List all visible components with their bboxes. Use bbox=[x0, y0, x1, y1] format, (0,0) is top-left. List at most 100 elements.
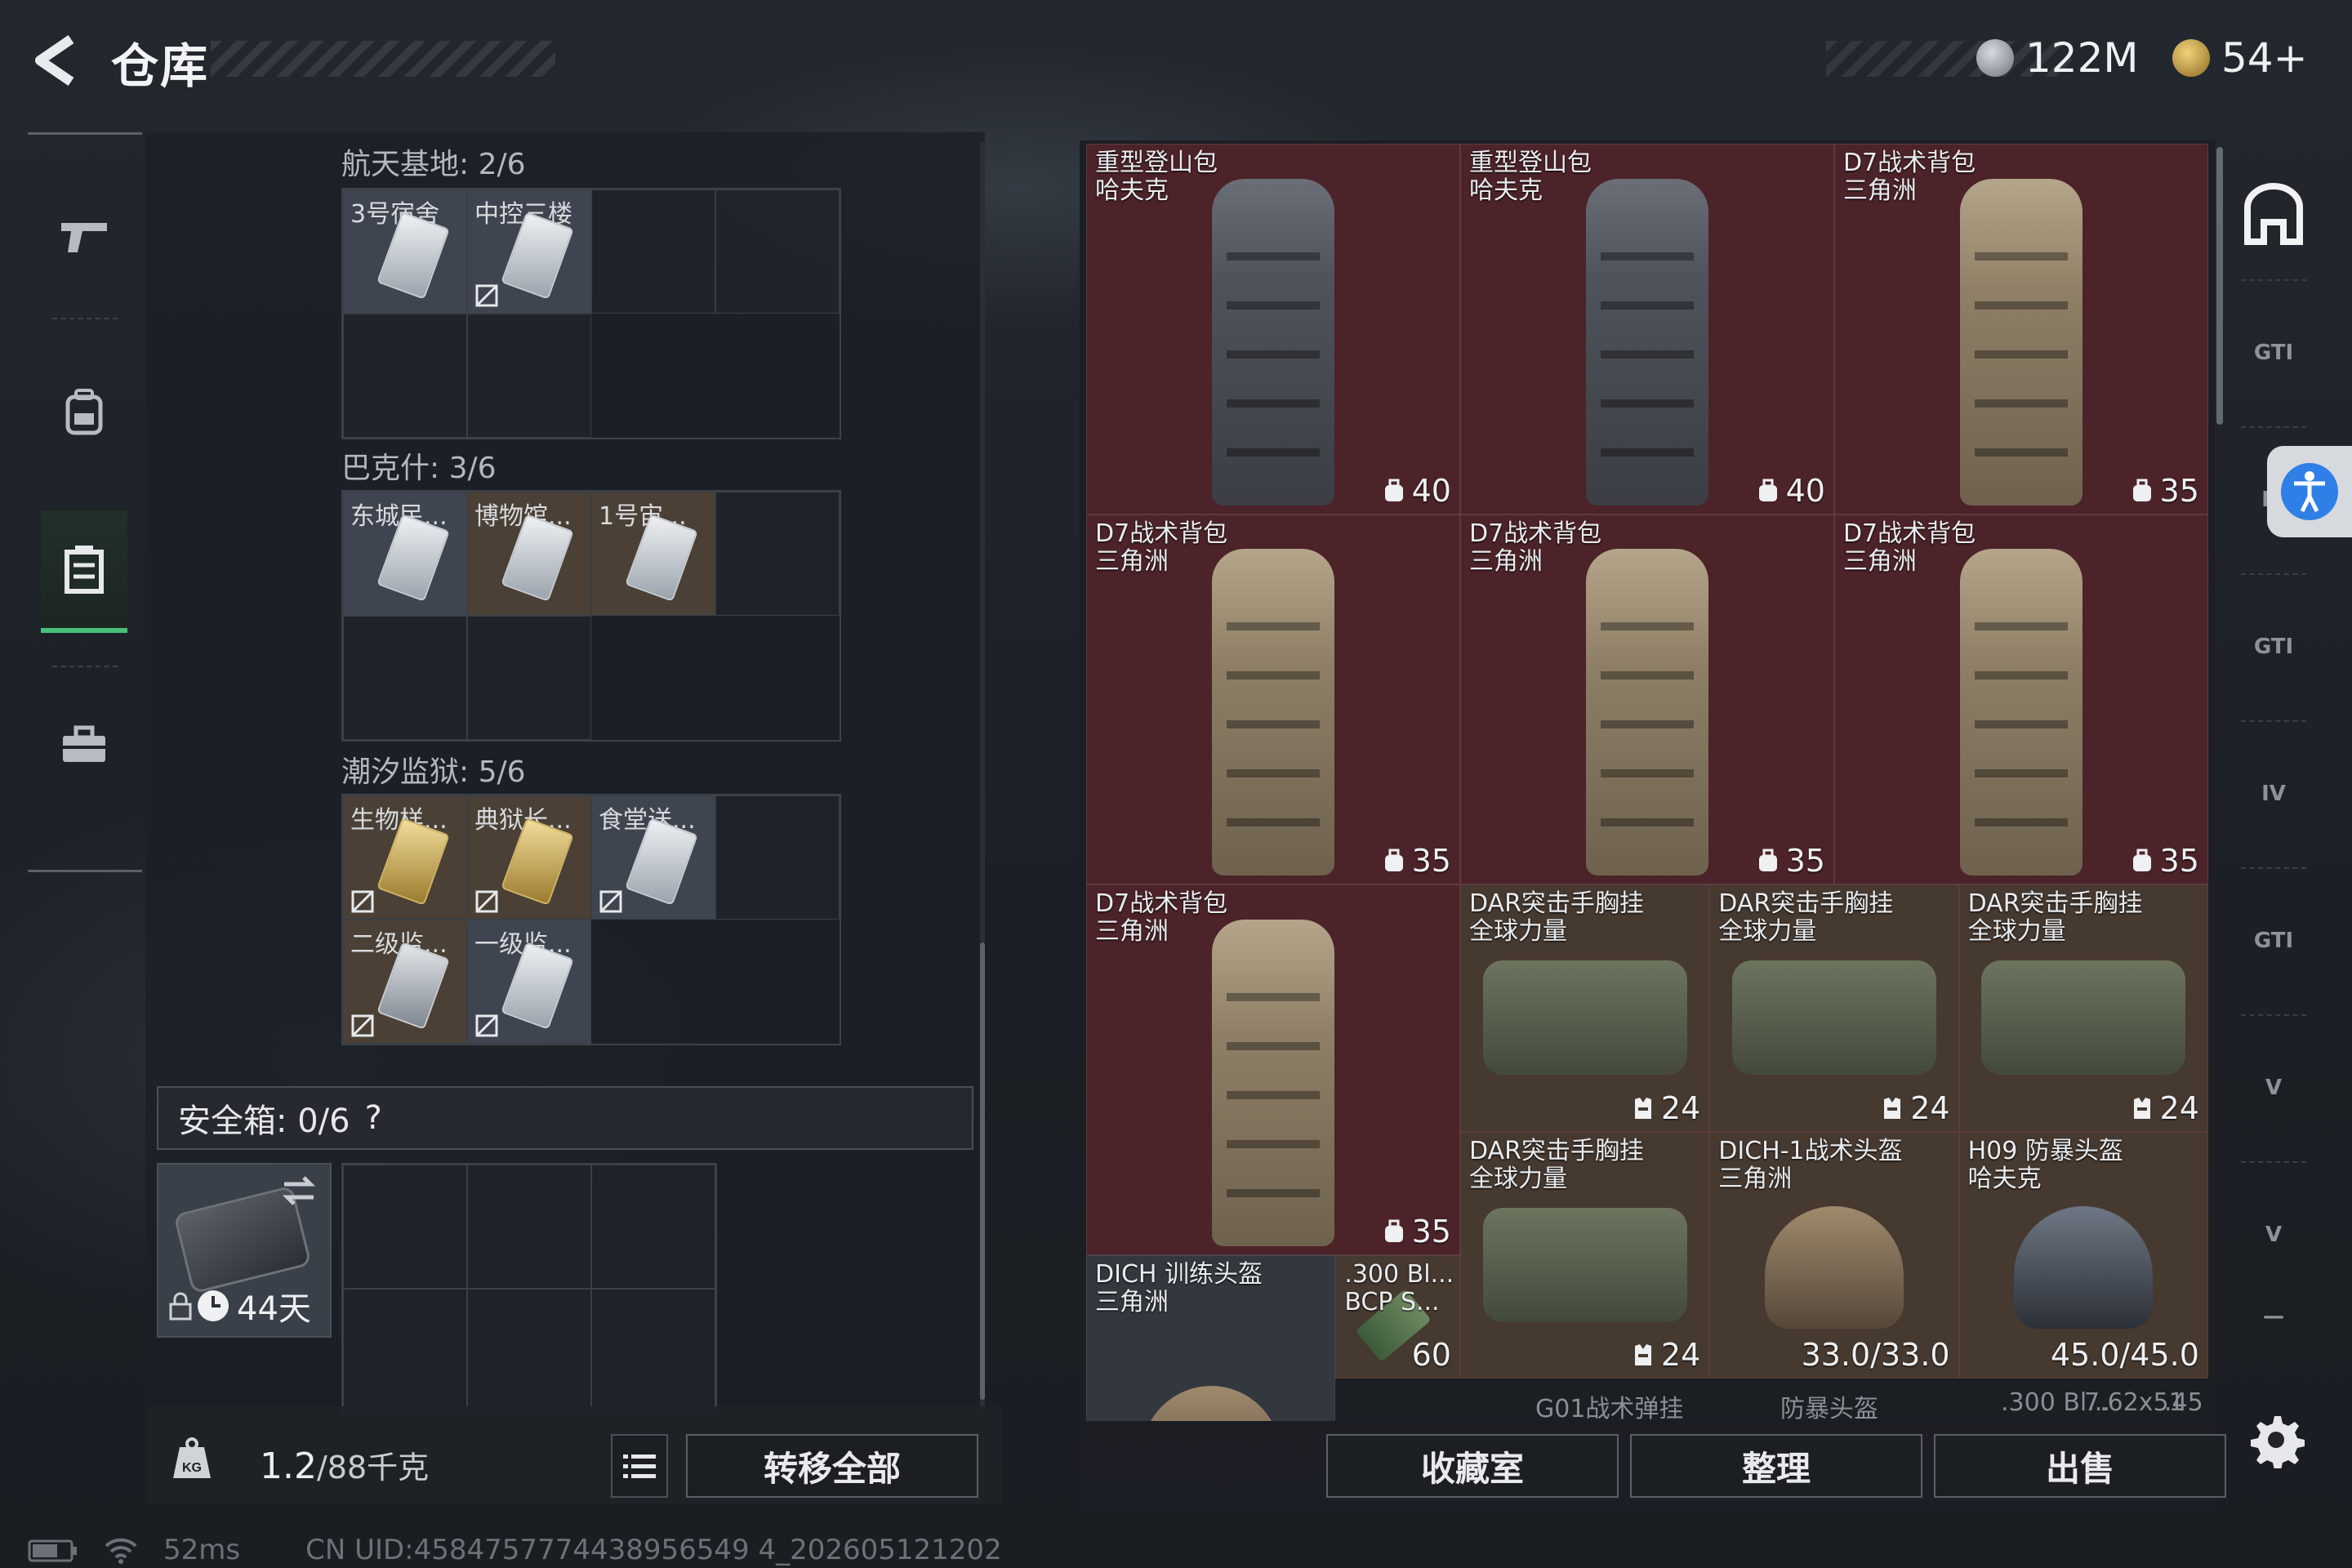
item-title: D7战术背包 bbox=[1468, 519, 1602, 548]
item-value: 24 bbox=[2131, 1090, 2199, 1126]
battery-icon bbox=[28, 1539, 77, 1562]
key-slot[interactable]: 一级监... bbox=[467, 920, 591, 1044]
silver-currency[interactable]: 122M bbox=[1976, 31, 2139, 85]
filter-tab[interactable]: — bbox=[2228, 1292, 2319, 1341]
storage-item[interactable]: DAR突击手胸挂 全球力量 24 bbox=[1459, 884, 1710, 1132]
storage-grid: 重型登山包 哈夫克 40 重型登山包 哈夫克 40 D7战术背包 三角洲 35 D7战术背包 三角洲… bbox=[1086, 144, 2213, 1421]
key-slot[interactable]: 1号宙... bbox=[591, 492, 715, 616]
settings-button[interactable] bbox=[2247, 1411, 2305, 1472]
storage-item[interactable]: D7战术背包 三角洲 35 bbox=[1833, 144, 2208, 514]
storage-item[interactable]: H09 防暴头盔 哈夫克 45.0/45.0 bbox=[1958, 1131, 2208, 1379]
partial-item-label: 防暴头盔 bbox=[1780, 1395, 1878, 1423]
item-title: 重型登山包 bbox=[1468, 149, 1592, 177]
helmet-image bbox=[2014, 1205, 2154, 1329]
silver-coin-icon bbox=[1976, 39, 2014, 77]
accessibility-button[interactable] bbox=[2267, 446, 2352, 537]
key-slot[interactable]: 3号宿舍 bbox=[343, 189, 467, 314]
list-icon bbox=[623, 1454, 656, 1478]
lock-icon bbox=[169, 1292, 192, 1321]
storage-item[interactable]: DICH-1战术头盔 三角洲 33.0/33.0 bbox=[1709, 1131, 1959, 1379]
storage-item[interactable]: D7战术背包 三角洲 35 bbox=[1086, 514, 1460, 885]
filter-tab[interactable]: GTI bbox=[2228, 590, 2319, 704]
item-value: 24 bbox=[1881, 1090, 1950, 1126]
storage-item[interactable]: .300 Bl... BCP S... 60 bbox=[1335, 1254, 1460, 1379]
no-insure-icon bbox=[351, 890, 374, 913]
empty-slot bbox=[467, 1165, 591, 1289]
key-slot[interactable]: 生物样... bbox=[343, 795, 467, 920]
filter-tab[interactable]: V bbox=[2228, 1178, 2319, 1292]
storage-scrollbar[interactable] bbox=[2216, 147, 2223, 425]
transfer-all-button[interactable]: 转移全部 bbox=[686, 1434, 978, 1498]
storage-item[interactable]: D7战术背包 三角洲 35 bbox=[1459, 514, 1834, 885]
item-name: DAR突击手胸挂 全球力量 bbox=[1469, 890, 1644, 946]
help-icon[interactable]: ? bbox=[365, 1099, 382, 1137]
empty-slot bbox=[343, 1165, 467, 1289]
safebox-header[interactable]: 安全箱: 0/6 ? bbox=[157, 1086, 973, 1150]
item-title: DAR突击手胸挂 bbox=[1967, 889, 2143, 919]
storage-item[interactable]: 重型登山包 哈夫克 40 bbox=[1086, 144, 1460, 514]
filter-tab[interactable]: V bbox=[2228, 1031, 2319, 1145]
gold-coin-icon bbox=[2172, 39, 2210, 77]
filter-all-tab[interactable] bbox=[2228, 157, 2319, 271]
no-insure-icon bbox=[351, 1014, 374, 1037]
storage-item[interactable]: DAR突击手胸挂 全球力量 24 bbox=[1709, 884, 1959, 1132]
sell-button[interactable]: 出售 bbox=[1934, 1434, 2226, 1498]
no-insure-icon bbox=[475, 890, 498, 913]
page-title: 仓库 bbox=[111, 38, 210, 94]
key-slot[interactable]: 东城民... bbox=[343, 492, 467, 616]
item-title: DAR突击手胸挂 bbox=[1468, 889, 1644, 919]
storage-item[interactable]: DAR突击手胸挂 全球力量 24 bbox=[1459, 1131, 1710, 1379]
key-slot[interactable]: 食堂送... bbox=[591, 795, 715, 920]
backpack-image bbox=[1959, 549, 2082, 876]
equipment-tab[interactable] bbox=[41, 350, 127, 473]
key-slot[interactable]: 典狱长... bbox=[467, 795, 591, 920]
weapons-tab[interactable] bbox=[41, 176, 127, 298]
filter-tab[interactable]: GTI bbox=[2228, 296, 2319, 410]
capacity-icon bbox=[1758, 479, 1777, 501]
item-value: 35 bbox=[2131, 473, 2199, 509]
safebox-duration: 44天 bbox=[237, 1290, 311, 1328]
right-filter-rail: GTI IV GTI IV GTI V V — bbox=[2223, 140, 2324, 1365]
back-button[interactable] bbox=[28, 31, 85, 90]
item-faction: 三角洲 bbox=[1095, 546, 1169, 576]
case-tab[interactable] bbox=[41, 684, 127, 806]
item-name: 重型登山包 哈夫克 bbox=[1095, 149, 1218, 205]
collection-room-button[interactable]: 收藏室 bbox=[1326, 1434, 1619, 1498]
safebox-item[interactable]: 44天 bbox=[157, 1163, 332, 1338]
item-name: .300 Bl... BCP S... bbox=[1344, 1259, 1454, 1316]
crate-icon bbox=[65, 546, 104, 594]
item-name: DAR突击手胸挂 全球力量 bbox=[1469, 1137, 1644, 1193]
item-value: 33.0/33.0 bbox=[1802, 1337, 1950, 1373]
storage-item[interactable]: 重型登山包 哈夫克 40 bbox=[1459, 144, 1834, 514]
list-view-button[interactable] bbox=[611, 1434, 668, 1498]
item-name: D7战术背包 三角洲 bbox=[1843, 149, 1976, 205]
storage-item[interactable]: DAR突击手胸挂 全球力量 24 bbox=[1958, 884, 2208, 1132]
section-title-bakesh: 巴克什: 3/6 bbox=[341, 452, 497, 485]
storage-home-icon bbox=[2244, 183, 2303, 245]
back-arrow-icon bbox=[35, 35, 74, 86]
item-faction: 三角洲 bbox=[1718, 1164, 1793, 1193]
key-slot[interactable]: 博物馆... bbox=[467, 492, 591, 616]
key-slot[interactable]: 二级监... bbox=[343, 920, 467, 1044]
item-title: .300 Bl... bbox=[1344, 1259, 1454, 1289]
item-value-text: 35 bbox=[1411, 843, 1451, 880]
swap-icon[interactable] bbox=[281, 1174, 317, 1207]
storage-item[interactable]: D7战术背包 三角洲 35 bbox=[1833, 514, 2208, 885]
no-insure-icon bbox=[475, 284, 498, 307]
storage-item[interactable]: DICH 训练头盔 三角洲 bbox=[1086, 1254, 1336, 1421]
vest-capacity-icon bbox=[1634, 1343, 1651, 1365]
item-faction: 哈夫克 bbox=[1095, 176, 1169, 205]
storage-tab[interactable] bbox=[41, 510, 127, 633]
gold-currency[interactable]: 54+ bbox=[2172, 31, 2308, 85]
sort-button[interactable]: 整理 bbox=[1630, 1434, 1922, 1498]
filter-tab[interactable]: IV bbox=[2228, 737, 2319, 851]
empty-slot bbox=[715, 189, 840, 314]
capacity-icon bbox=[1384, 479, 1403, 501]
item-value: 35 bbox=[1383, 843, 1451, 879]
storage-item[interactable]: D7战术背包 三角洲 35 bbox=[1086, 884, 1460, 1255]
key-slot[interactable]: 中控三楼 bbox=[467, 189, 591, 314]
filter-tab[interactable]: GTI bbox=[2228, 884, 2319, 998]
item-faction: 三角洲 bbox=[1095, 917, 1169, 947]
key-panel-scrollbar[interactable] bbox=[980, 942, 985, 1400]
backpack-image bbox=[1211, 919, 1334, 1246]
